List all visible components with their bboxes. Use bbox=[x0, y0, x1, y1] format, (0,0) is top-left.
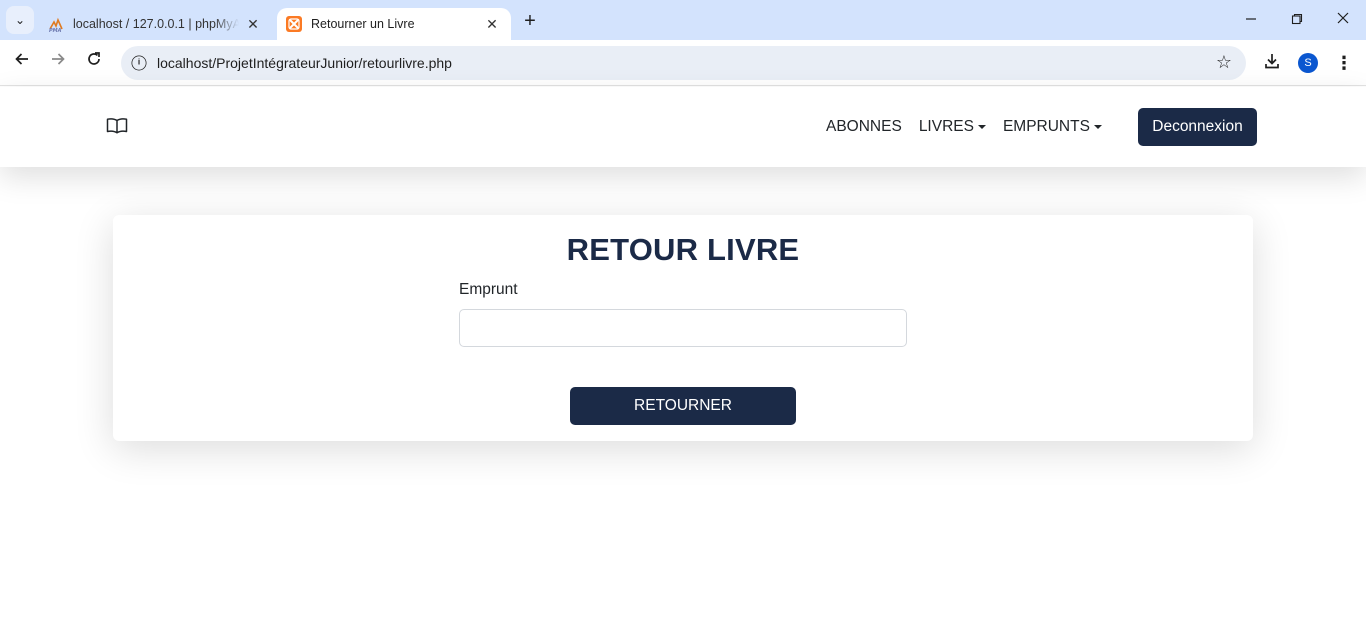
tab-title: localhost / 127.0.0.1 | phpMyAdmin bbox=[73, 17, 239, 31]
address-bar[interactable]: i localhost/ProjetIntégrateurJunior/reto… bbox=[121, 46, 1246, 80]
svg-text:PMA: PMA bbox=[49, 28, 62, 32]
close-window-icon[interactable] bbox=[1320, 8, 1366, 32]
close-icon[interactable]: ✕ bbox=[244, 15, 262, 33]
page-content: ABONNES LIVRES EMPRUNTS Deconnexion RETO… bbox=[0, 87, 1366, 634]
browser-toolbar: i localhost/ProjetIntégrateurJunior/reto… bbox=[0, 40, 1366, 86]
bookmark-star-icon[interactable]: ☆ bbox=[1216, 52, 1232, 73]
tab-search-button[interactable]: ⌄ bbox=[6, 6, 34, 34]
url-text[interactable]: localhost/ProjetIntégrateurJunior/retour… bbox=[157, 55, 452, 71]
minimize-icon[interactable] bbox=[1228, 8, 1274, 32]
emprunt-label: Emprunt bbox=[459, 281, 518, 298]
tab-phpmyadmin[interactable]: PMA localhost / 127.0.0.1 | phpMyAdmin ✕ bbox=[40, 8, 272, 40]
back-arrow-icon[interactable] bbox=[10, 51, 34, 75]
download-icon[interactable] bbox=[1261, 52, 1283, 74]
logout-button[interactable]: Deconnexion bbox=[1138, 108, 1257, 146]
site-navbar: ABONNES LIVRES EMPRUNTS Deconnexion bbox=[0, 87, 1366, 167]
caret-down-icon bbox=[1093, 125, 1102, 129]
nav-livres-dropdown[interactable]: LIVRES bbox=[919, 118, 986, 136]
new-tab-icon[interactable]: + bbox=[518, 10, 542, 32]
browser-tabstrip: ⌄ PMA localhost / 127.0.0.1 | phpMyAdmin… bbox=[0, 0, 1366, 40]
emprunt-input[interactable] bbox=[459, 309, 907, 347]
nav-links: ABONNES LIVRES EMPRUNTS bbox=[826, 118, 1119, 136]
page-title: RETOUR LIVRE bbox=[566, 232, 800, 267]
forward-arrow-icon[interactable] bbox=[46, 51, 70, 75]
nav-abonnes-label: ABONNES bbox=[826, 118, 902, 135]
close-icon[interactable]: ✕ bbox=[483, 15, 501, 33]
return-book-card: RETOUR LIVRE Emprunt RETOURNER bbox=[113, 215, 1253, 441]
phpmyadmin-icon: PMA bbox=[48, 16, 64, 32]
chevron-down-icon: ⌄ bbox=[14, 13, 26, 27]
tab-retourner-livre[interactable]: Retourner un Livre ✕ bbox=[277, 8, 511, 40]
nav-emprunts-label: EMPRUNTS bbox=[1002, 118, 1090, 135]
retourner-button[interactable]: RETOURNER bbox=[570, 387, 796, 425]
reload-icon[interactable] bbox=[82, 51, 106, 75]
caret-down-icon bbox=[977, 125, 986, 129]
nav-emprunts-dropdown[interactable]: EMPRUNTS bbox=[1003, 118, 1102, 136]
more-menu-icon[interactable]: ⋮ bbox=[1334, 52, 1354, 74]
tab-title: Retourner un Livre bbox=[311, 17, 415, 31]
profile-avatar[interactable]: S bbox=[1298, 53, 1318, 73]
restore-icon[interactable] bbox=[1274, 8, 1320, 32]
nav-abonnes[interactable]: ABONNES bbox=[826, 118, 902, 136]
nav-livres-label: LIVRES bbox=[918, 118, 974, 135]
site-info-icon[interactable]: i bbox=[131, 55, 147, 71]
book-icon[interactable] bbox=[106, 117, 128, 135]
xampp-icon bbox=[286, 16, 302, 32]
